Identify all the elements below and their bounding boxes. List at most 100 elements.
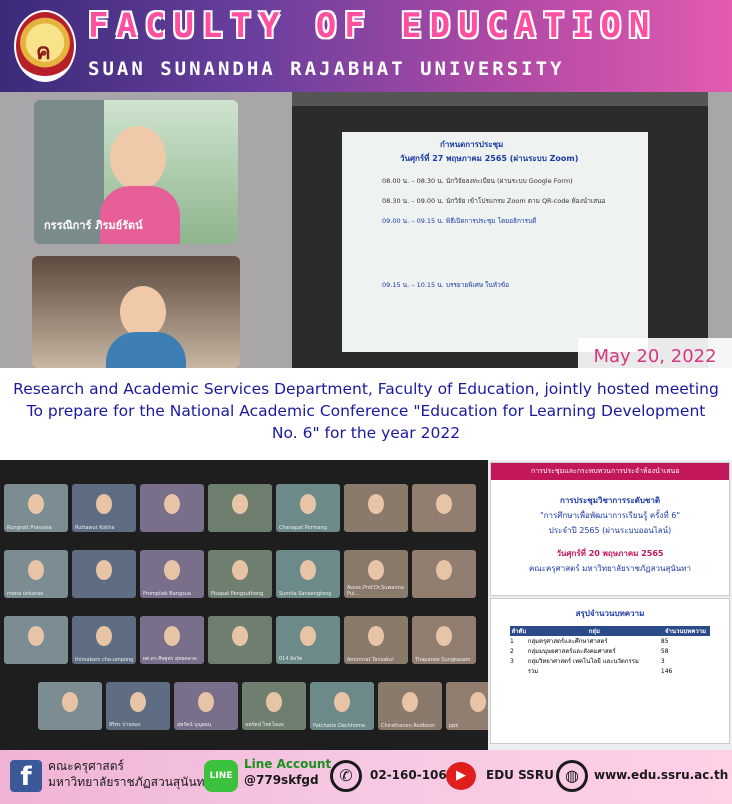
participant-tile[interactable]: สุพรัตน์ บุญสอน <box>174 682 238 730</box>
caption-line-2: To prepare for the National Academic Con… <box>26 402 706 420</box>
slide-line: 09.00 น. – 09.15 น. พิธีเปิดการประชุม โด… <box>382 217 537 225</box>
table-row: 3 กลุ่มวิทยาศาสตร์ เทคโนโลยี และนวัตกรรม 3 <box>510 656 710 666</box>
conference-title-slide: การประชุมและกระทบทวนการประจำห้องนำเสนอ ก… <box>490 462 730 596</box>
participant-face <box>130 692 146 712</box>
slide-title: กำหนดการประชุม <box>440 140 504 149</box>
youtube-channel[interactable]: EDU SSRU <box>486 768 554 782</box>
conf-date: วันศุกร์ที่ 20 พฤษภาคม 2565 <box>556 549 664 558</box>
participant-tile[interactable]: mona unkarao <box>4 550 68 598</box>
participant-tile[interactable] <box>344 484 408 532</box>
participant-face <box>232 494 248 514</box>
participant-tile[interactable]: Chirathanon Rodboon <box>378 682 442 730</box>
participant-tile[interactable]: thimakorn cha-umpong <box>72 616 136 664</box>
conf-sub: "การศึกษาเพื่อพัฒนาการเรียนรู้ ครั้งที่ … <box>539 511 681 520</box>
participant-tile[interactable] <box>412 484 476 532</box>
presentation-window <box>292 92 708 368</box>
fb-line-2: มหาวิทยาลัยราชภัฏสวนสุนันทา <box>48 775 212 789</box>
line-icon[interactable]: LINE <box>204 760 238 792</box>
facebook-page-name[interactable]: คณะครุศาสตร์ มหาวิทยาลัยราชภัฏสวนสุนันทา <box>48 758 211 790</box>
caption-line-1: Research and Academic Services Departmen… <box>13 380 719 398</box>
participant-name: mona unkarao <box>7 591 44 597</box>
slide-line: 08.30 น. – 09.00 น. นักวิจัย เข้าโปรแกรม… <box>382 197 606 205</box>
participant-name: Thapanee Sungkasam <box>415 657 471 663</box>
participant-face <box>300 494 316 514</box>
table-cell: 146 <box>660 667 673 675</box>
speaker-name-label: กรรณิการ์ ภิรมย์รัตน์ <box>44 219 143 232</box>
event-caption: Research and Academic Services Departmen… <box>0 376 732 460</box>
participant-face <box>368 494 384 514</box>
website-link[interactable]: www.edu.ssru.ac.th <box>594 768 728 782</box>
participant-face <box>164 626 180 646</box>
table-header: จำนวนบทความ <box>664 628 706 635</box>
participant-face <box>28 626 44 646</box>
participant-tile[interactable]: นพรัตน์ ไชยโณสะ <box>242 682 306 730</box>
participant-face <box>164 494 180 514</box>
participant-tile[interactable] <box>208 616 272 664</box>
participant-face <box>62 692 78 712</box>
table-row: 2 กลุ่มมนุษยศาสตร์และสังคมศาสตร์ 58 <box>510 646 710 656</box>
facebook-icon[interactable]: f <box>10 760 42 792</box>
participant-tile[interactable] <box>208 484 272 532</box>
slide-line: 08.00 น. – 08.30 น. นักวิจัยลงทะเบียน (ผ… <box>382 177 573 185</box>
conf-title: การประชุมวิชาการระดับชาติ <box>559 496 661 505</box>
participant-tile[interactable]: ผศ.ดร.ศิษฐพร สุทธตลาด <box>140 616 204 664</box>
participant-name: Ruttawut Kokha <box>75 525 115 531</box>
participant-tile[interactable]: Thapanee Sungkasam <box>412 616 476 664</box>
participant-face <box>28 560 44 580</box>
participant-tile[interactable] <box>38 682 102 730</box>
participant-tile[interactable]: Pisapat Pengsuthong <box>208 550 272 598</box>
participant-face <box>96 494 112 514</box>
faculty-title: FACULTY OF EDUCATION <box>88 6 658 46</box>
table-cell: กลุ่มครุศาสตร์และศึกษาศาสตร์ <box>527 638 608 645</box>
table-cell: กลุ่มวิทยาศาสตร์ เทคโนโลยี และนวัตกรรม <box>527 658 639 665</box>
participant-face <box>300 560 316 580</box>
participant-tile[interactable]: 014 อิสวัต <box>276 616 340 664</box>
participant-tile[interactable]: Prompilak Bangsua <box>140 550 204 598</box>
university-subtitle: SUAN SUNANDHA RAJABHAT UNIVERSITY <box>88 58 565 80</box>
table-row: รวม 146 <box>510 666 710 676</box>
participant-tile[interactable]: Amornrat Tansakul <box>344 616 408 664</box>
participant-tile[interactable]: Ruttawut Kokha <box>72 484 136 532</box>
participant-name: Pisapat Pengsuthong <box>211 591 264 597</box>
participant-tile[interactable] <box>4 616 68 664</box>
phone-icon[interactable]: ✆ <box>330 760 362 792</box>
participant-name: ppk <box>449 723 459 729</box>
participant-tile[interactable] <box>140 484 204 532</box>
participant-face <box>232 560 248 580</box>
summary-table: ลำดับ กลุ่ม จำนวนบทความ 1 กลุ่มครุศาสตร์แ… <box>510 626 710 676</box>
participant-face <box>266 692 282 712</box>
contact-footer: f คณะครุศาสตร์ มหาวิทยาลัยราชภัฏสวนสุนัน… <box>0 750 732 804</box>
participant-tile[interactable]: Rungratt Pransaia <box>4 484 68 532</box>
table-cell: 85 <box>660 637 669 645</box>
slide-topbar: การประชุมและกระทบทวนการประจำห้องนำเสนอ <box>491 463 729 480</box>
presentation-slide <box>342 132 648 352</box>
participant-tile[interactable]: Chanapat Pormang <box>276 484 340 532</box>
participant-name: นพรัตน์ ไชยโณสะ <box>245 722 285 728</box>
phone-number[interactable]: 02-160-1062 <box>370 768 455 782</box>
participant-face <box>436 626 452 646</box>
participant-face <box>300 626 316 646</box>
participant-face <box>198 692 214 712</box>
participant-face <box>470 692 486 712</box>
table-header: ลำดับ <box>511 628 527 635</box>
participant-tile[interactable]: Sumita Sanaengtong <box>276 550 340 598</box>
participant-name: thimakorn cha-umpong <box>75 657 134 663</box>
participant-tile[interactable]: สิริพร ปานทอง <box>106 682 170 730</box>
participant-name: Sumita Sanaengtong <box>279 591 332 597</box>
caption-line-3: No. 6" for the year 2022 <box>271 424 461 442</box>
participant-tile[interactable] <box>412 550 476 598</box>
participant-name: สุพรัตน์ บุญสอน <box>177 722 212 728</box>
date-badge: May 20, 2022 <box>578 338 732 376</box>
globe-icon[interactable]: ◍ <box>556 760 588 792</box>
participant-name: Patcharin Dechhome <box>313 723 366 729</box>
participant-tile[interactable]: Assoc.Prof.Dr.Suwanna Pul... <box>344 550 408 598</box>
participant-face <box>232 626 248 646</box>
participant-tile[interactable]: Patcharin Dechhome <box>310 682 374 730</box>
participant-name: ผศ.ดร.ศิษฐพร สุทธตลาด <box>143 656 197 662</box>
table-cell <box>510 666 528 676</box>
line-account[interactable]: Line Account @779skfgd <box>244 756 331 788</box>
youtube-icon[interactable]: ▶ <box>446 762 476 790</box>
window-titlebar <box>292 92 708 106</box>
participant-tile[interactable] <box>72 550 136 598</box>
line-id: @779skfgd <box>244 773 319 787</box>
